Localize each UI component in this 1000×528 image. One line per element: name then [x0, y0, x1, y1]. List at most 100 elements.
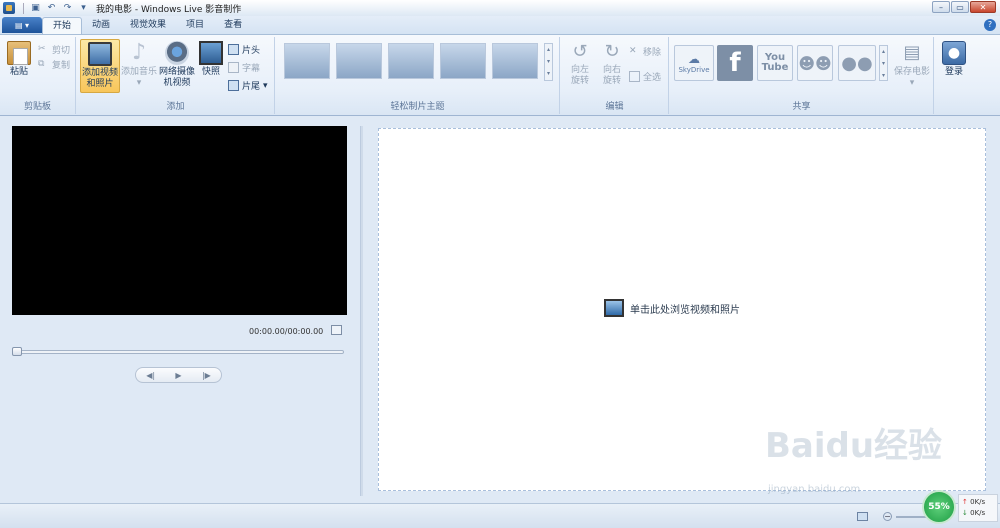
- film-photo-icon: [604, 299, 624, 317]
- thumbnail-size-icon[interactable]: [857, 512, 868, 521]
- copy-button[interactable]: ⧉ 复制: [38, 58, 70, 71]
- groups-button[interactable]: ☻☻: [797, 45, 833, 81]
- select-all-button[interactable]: 全选: [629, 70, 661, 83]
- sign-in-label: 登录: [944, 67, 963, 77]
- download-speed-value: 0K/s: [970, 509, 986, 517]
- zoom-out-button[interactable]: −: [883, 512, 892, 521]
- caption-icon: [228, 62, 239, 73]
- user-icon: ●: [942, 41, 966, 65]
- rotate-right-label-1: 向右: [602, 65, 621, 75]
- skydrive-button[interactable]: ☁ SkyDrive: [674, 45, 714, 81]
- window-controls: – ▭ ✕: [932, 1, 996, 13]
- themes-gallery-scroll[interactable]: ▴ ▾ ▾: [544, 43, 553, 81]
- flickr-button[interactable]: ●●: [838, 45, 876, 81]
- automovie-themes-group: ▴ ▾ ▾ 轻松制片主题: [276, 37, 560, 114]
- theme-thumbnail[interactable]: [388, 43, 434, 79]
- network-speed-panel: ↑ 0K/s ↓ 0K/s: [958, 494, 998, 522]
- webcam-label-2: 机视频: [163, 78, 191, 88]
- title-button[interactable]: 片头: [228, 43, 260, 56]
- qat-dropdown-icon[interactable]: ▾: [77, 2, 90, 15]
- rotate-left-label-2: 旋转: [570, 76, 589, 86]
- webcam-label-1: 网络摄像: [158, 67, 195, 77]
- music-note-icon: ♪: [131, 40, 147, 65]
- add-video-photo-label-1: 添加视频: [81, 68, 118, 78]
- tab-home[interactable]: 开始: [42, 17, 83, 34]
- ribbon-tab-bar: ▤ ▾ 开始 动画 视觉效果 项目 查看 ?: [0, 16, 1000, 34]
- sign-in-button[interactable]: ● 登录: [940, 39, 968, 85]
- add-music-button[interactable]: ♪ 添加音乐 ▾: [120, 39, 158, 93]
- caption-button[interactable]: 字幕: [228, 61, 260, 74]
- save-movie-dropdown-icon: ▾: [909, 78, 915, 88]
- pane-splitter[interactable]: [360, 126, 363, 496]
- seek-slider-thumb[interactable]: [12, 347, 22, 356]
- upload-speed-value: 0K/s: [970, 498, 986, 506]
- help-icon[interactable]: ?: [984, 19, 996, 31]
- share-gallery-scroll[interactable]: ▴ ▾ ▾: [879, 45, 888, 81]
- rotate-left-button[interactable]: ↺ 向左 旋转: [565, 39, 595, 93]
- remove-button[interactable]: ✕ 移除: [629, 45, 661, 58]
- next-frame-button[interactable]: |▶: [202, 371, 211, 380]
- add-video-photo-button[interactable]: 添加视频 和照片: [80, 39, 120, 93]
- play-button[interactable]: ▶: [175, 371, 181, 380]
- cut-button[interactable]: ✂ 剪切: [38, 43, 70, 56]
- tab-animations[interactable]: 动画: [82, 17, 120, 34]
- theme-thumbnail[interactable]: [336, 43, 382, 79]
- ribbon: 粘贴 ✂ 剪切 ⧉ 复制 剪贴板 添加视频 和照片 ♪ 添加音乐 ▾ 网络摄像 …: [0, 34, 1000, 116]
- webcam-video-button[interactable]: 网络摄像 机视频: [158, 39, 196, 93]
- rotate-right-button[interactable]: ↻ 向右 旋转: [597, 39, 627, 93]
- upload-speed: ↑ 0K/s: [962, 497, 994, 508]
- add-music-label: 添加音乐: [120, 67, 157, 77]
- credits-icon: [228, 80, 239, 91]
- youtube-logo-bottom: Tube: [761, 62, 789, 73]
- quick-access-toolbar: ▣ ↶ ↷ ▾: [21, 2, 90, 15]
- theme-thumbnail[interactable]: [492, 43, 538, 79]
- save-movie-icon: ▤: [903, 42, 921, 63]
- paste-button[interactable]: 粘贴: [4, 39, 34, 85]
- snapshot-label: 快照: [201, 67, 220, 77]
- browse-media-hint[interactable]: 单击此处浏览视频和照片: [604, 299, 740, 317]
- credits-button[interactable]: 片尾 ▾: [228, 79, 268, 92]
- remove-x-icon: ✕: [629, 46, 637, 56]
- tab-view[interactable]: 查看: [214, 17, 252, 34]
- movie-maker-app-icon: [3, 2, 15, 14]
- film-photo-icon: [88, 42, 112, 66]
- playback-controls: ◀| ▶ |▶: [135, 367, 222, 383]
- snapshot-button[interactable]: 快照: [198, 39, 224, 85]
- credits-label: 片尾: [242, 82, 261, 92]
- undo-icon[interactable]: ↶: [45, 2, 58, 15]
- themes-group-label: 轻松制片主题: [390, 102, 445, 112]
- save-movie-label: 保存电影: [893, 67, 930, 77]
- facebook-button[interactable]: f: [717, 45, 753, 81]
- skydrive-label: SkyDrive: [678, 66, 710, 74]
- network-monitor-badge[interactable]: 55%: [922, 490, 956, 524]
- status-bar: −: [0, 503, 1000, 528]
- add-group: 添加视频 和照片 ♪ 添加音乐 ▾ 网络摄像 机视频 快照 片头 字幕 片尾 ▾…: [77, 37, 275, 114]
- save-icon[interactable]: ▣: [29, 2, 42, 15]
- fullscreen-preview-icon[interactable]: [331, 325, 342, 335]
- redo-icon[interactable]: ↷: [61, 2, 74, 15]
- seek-bar[interactable]: [12, 350, 344, 354]
- share-group-label: 共享: [792, 102, 811, 112]
- theme-thumbnail[interactable]: [284, 43, 330, 79]
- maximize-button[interactable]: ▭: [951, 1, 969, 13]
- qat-separator: [23, 2, 24, 14]
- edit-group: ↺ 向左 旋转 ↻ 向右 旋转 ✕ 移除 全选 编辑: [561, 37, 669, 114]
- youtube-button[interactable]: You Tube: [757, 45, 793, 81]
- save-movie-button[interactable]: ▤ 保存电影 ▾: [892, 39, 932, 95]
- tab-project[interactable]: 项目: [176, 17, 214, 34]
- playback-timecode: 00:00.00/00:00.00: [249, 327, 324, 336]
- scissors-icon: ✂: [38, 44, 46, 54]
- copy-icon: ⧉: [38, 59, 45, 69]
- credits-dropdown-icon: ▾: [263, 80, 268, 91]
- previous-frame-button[interactable]: ◀|: [146, 371, 155, 380]
- tab-visual-effects[interactable]: 视觉效果: [120, 17, 176, 34]
- application-menu-button[interactable]: ▤ ▾: [2, 17, 42, 33]
- close-button[interactable]: ✕: [970, 1, 996, 13]
- video-preview-monitor[interactable]: [12, 126, 347, 315]
- baidu-watermark-url: jingyan.baidu.com: [768, 484, 861, 495]
- copy-label: 复制: [52, 61, 71, 71]
- add-video-photo-label-2: 和照片: [86, 79, 114, 89]
- flickr-dots-icon: ●●: [841, 52, 873, 74]
- minimize-button[interactable]: –: [932, 1, 950, 13]
- theme-thumbnail[interactable]: [440, 43, 486, 79]
